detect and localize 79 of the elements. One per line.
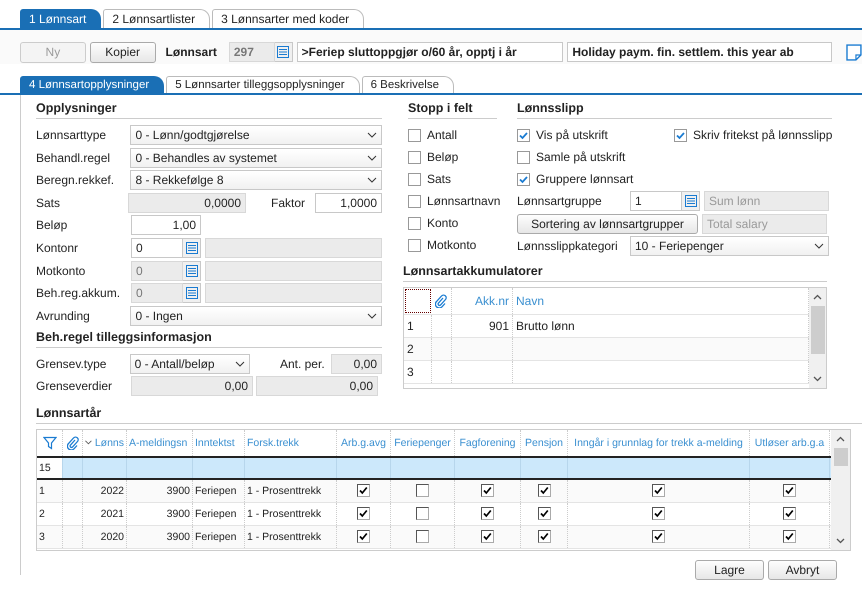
tab[interactable]: 4 Lønnsartopplysninger [20, 76, 164, 93]
field-label: Behandl.regel [36, 150, 112, 165]
table-cell: Feriepen [193, 502, 245, 525]
group-name-field: Sum lønn [704, 191, 829, 211]
account-field[interactable]: 0 [131, 238, 183, 258]
row-number: 3 [404, 360, 432, 383]
field-label: Grenseverdier [36, 379, 114, 394]
dropdown[interactable]: 0 - Antall/beløp [130, 354, 250, 374]
table-cell: 1 - Prosenttrekk [245, 526, 337, 548]
field-label: Grensev.type [36, 356, 108, 371]
group-field[interactable]: 1 [630, 191, 682, 211]
tab[interactable]: 5 Lønnsarter tilleggsopplysninger [166, 76, 360, 93]
dropdown[interactable]: 0 - Behandles av systemet [130, 148, 382, 168]
checkbox-label: Sats [427, 172, 452, 186]
section-heading: Lønnsartakkumulatorer [403, 264, 827, 282]
field-label: Lønnsslippkategori [517, 239, 619, 254]
sort-groups-button[interactable]: Sortering av lønnsartgrupper [517, 214, 698, 234]
limit-field[interactable]: 0,00 [131, 376, 253, 396]
field-label: Beløp [36, 218, 68, 232]
checkbox-label: Vis på utskrift [536, 128, 608, 142]
name-field[interactable]: >Feriep sluttoppgjør o/60 år, opptj i år [296, 42, 564, 62]
checkbox-label: Gruppere lønnsart [536, 172, 634, 186]
field-label: Kontonr [36, 240, 80, 255]
field-label: Sats [36, 196, 62, 210]
field-label: Lønnsart [166, 45, 217, 59]
field-label: Motkonto [36, 264, 86, 278]
row-number: 1 [37, 480, 63, 502]
row-number: 1 [404, 314, 432, 337]
limit-field[interactable]: 0,00 [256, 376, 378, 396]
table-cell: 1 - Prosenttrekk [245, 480, 337, 502]
field-label: Lønnsartgruppe [517, 194, 603, 208]
field-label: Faktor [270, 196, 306, 210]
checkbox-label: Samle på utskrift [536, 150, 626, 164]
save-button[interactable]: Lagre [695, 560, 764, 580]
section-heading: Lønnsartår [36, 406, 862, 424]
dropdown[interactable]: 0 - Ingen [130, 306, 382, 326]
row-count: 15 [37, 458, 63, 478]
field-label: Ant. per. [278, 356, 325, 371]
copy-button[interactable]: Kopier [90, 42, 156, 62]
dropdown[interactable]: 8 - Rekkefølge 8 [130, 170, 382, 190]
dropdown[interactable]: 0 - Lønn/godtgjørelse [130, 125, 382, 145]
tab[interactable]: 6 Beskrivelse [362, 76, 454, 93]
amount-field[interactable]: 1,00 [131, 215, 201, 236]
row-number: 3 [37, 526, 63, 548]
table-cell: 2021 [83, 502, 127, 525]
table-cell: 2020 [83, 526, 127, 548]
section-heading: Opplysninger [36, 101, 382, 119]
tab[interactable]: 1 Lønnsart [20, 9, 102, 28]
table-cell: 3900 [127, 502, 193, 525]
checkbox-label: Skriv fritekst på lønnsslipp [693, 128, 832, 142]
table-cell: 2022 [83, 480, 127, 502]
section-heading: Beh.regel tilleggsinformasjon [36, 330, 382, 348]
tab[interactable]: 3 Lønnsarter med koder [212, 9, 364, 28]
table-cell: Feriepen [193, 526, 245, 548]
english-name-field[interactable]: Holiday paym. fin. settlem. this year ab [567, 42, 832, 62]
row-number: 2 [404, 338, 432, 360]
table-cell: 1 - Prosenttrekk [245, 502, 337, 525]
section-heading: Lønnsslipp [517, 101, 832, 119]
row-number: 2 [37, 502, 63, 525]
field-label: Beregn.rekkef. [36, 173, 116, 188]
checkbox-label: Motkonto [427, 238, 476, 252]
checkbox-label: Konto [427, 216, 458, 230]
table-cell: 3900 [127, 526, 193, 548]
section-heading: Stopp i felt [408, 101, 497, 119]
checkbox-label: Beløp [427, 150, 458, 164]
field-label: Avrunding [36, 308, 91, 323]
english-name-field: Total salary [702, 214, 827, 234]
cancel-button[interactable]: Avbryt [768, 560, 837, 580]
table-cell: Feriepen [193, 480, 245, 502]
table-cell: 901 [452, 314, 513, 337]
dropdown[interactable]: 10 - Feriepenger [630, 236, 829, 256]
number-field[interactable]: 297 [228, 42, 275, 62]
table-cell: 3900 [127, 480, 193, 502]
checkbox-label: Antall [427, 128, 458, 142]
tab[interactable]: 2 Lønnsartlister [103, 9, 210, 28]
field-label: Lønnsarttype [36, 128, 108, 142]
checkbox-label: Lønnsartnavn [427, 194, 500, 208]
field-label: Beh.reg.akkum. [36, 286, 122, 300]
periods-field[interactable]: 0,00 [330, 354, 382, 374]
